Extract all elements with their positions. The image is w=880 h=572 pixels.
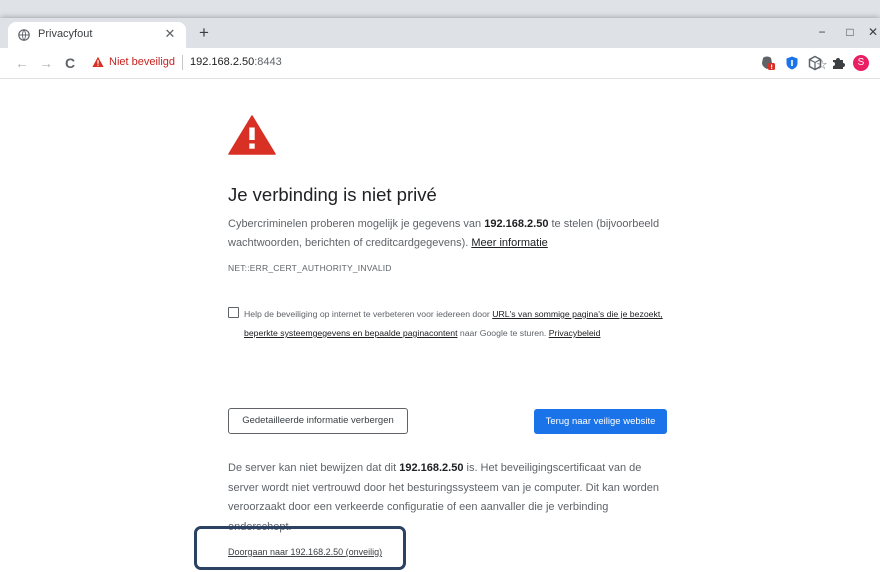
globe-icon bbox=[18, 29, 30, 41]
back-to-safety-button[interactable]: Terug naar veilige website bbox=[534, 409, 667, 434]
hide-details-button[interactable]: Gedetailleerde informatie verbergen bbox=[228, 408, 408, 434]
page-title: Je verbinding is niet privé bbox=[228, 184, 437, 205]
url-text[interactable]: 192.168.2.50:8443 bbox=[190, 56, 282, 68]
details-text-start: De server kan niet bewijzen dat dit bbox=[228, 462, 400, 474]
toolbar: ← → C Niet beveiligd 192.168.2.50:8443 ☆ bbox=[0, 48, 880, 79]
tab-close-icon[interactable]: ✕ bbox=[162, 26, 178, 42]
cube-extension-icon[interactable] bbox=[807, 55, 823, 71]
page-content: Je verbinding is niet privé Cybercrimine… bbox=[0, 79, 880, 572]
url-host: 192.168.2.50 bbox=[190, 56, 255, 68]
intro-paragraph: Cybercriminelen proberen mogelijk je geg… bbox=[228, 215, 668, 253]
warning-triangle-icon bbox=[92, 56, 104, 67]
omnibox-divider bbox=[182, 55, 183, 70]
address-bar[interactable]: Niet beveiligd 192.168.2.50:8443 ☆ bbox=[86, 52, 828, 74]
tab-strip: Privacyfout ✕ + − □ ✕ bbox=[0, 18, 880, 48]
minimize-button[interactable]: − bbox=[810, 22, 834, 42]
more-info-link[interactable]: Meer informatie bbox=[471, 237, 547, 249]
puzzle-extension-icon[interactable] bbox=[830, 55, 846, 71]
alert-extension-icon[interactable] bbox=[760, 55, 776, 71]
shield-extension-icon[interactable] bbox=[784, 55, 800, 71]
new-tab-button[interactable]: + bbox=[195, 24, 213, 42]
intro-host: 192.168.2.50 bbox=[484, 218, 549, 230]
details-host: 192.168.2.50 bbox=[399, 462, 464, 474]
maximize-button[interactable]: □ bbox=[838, 22, 862, 42]
security-status[interactable]: Niet beveiligd bbox=[109, 56, 175, 68]
intro-text-start: Cybercriminelen proberen mogelijk je geg… bbox=[228, 218, 485, 230]
back-button[interactable]: ← bbox=[13, 54, 31, 72]
optin-text: Help de beveiliging op internet te verbe… bbox=[244, 305, 668, 343]
browser-window: Privacyfout ✕ + − □ ✕ ← → C Niet beveili… bbox=[0, 18, 880, 572]
profile-avatar[interactable]: S bbox=[853, 55, 869, 71]
tab-title: Privacyfout bbox=[38, 28, 93, 40]
error-code[interactable]: NET::ERR_CERT_AUTHORITY_INVALID bbox=[228, 263, 392, 273]
url-port: :8443 bbox=[254, 56, 282, 68]
tab-privacy-error[interactable]: Privacyfout ✕ bbox=[8, 22, 186, 48]
optin-text-start: Help de beveiliging op internet te verbe… bbox=[244, 309, 493, 319]
optin-checkbox[interactable] bbox=[228, 307, 239, 318]
close-window-button[interactable]: ✕ bbox=[866, 22, 880, 42]
forward-button[interactable]: → bbox=[37, 54, 55, 72]
reload-button[interactable]: C bbox=[61, 54, 79, 72]
large-warning-icon bbox=[228, 115, 276, 155]
optin-text-end: naar Google te sturen. bbox=[457, 328, 549, 338]
privacy-policy-link[interactable]: Privacybeleid bbox=[549, 328, 601, 338]
proceed-unsafe-link[interactable]: Doorgaan naar 192.168.2.50 (onveilig) bbox=[228, 547, 382, 557]
